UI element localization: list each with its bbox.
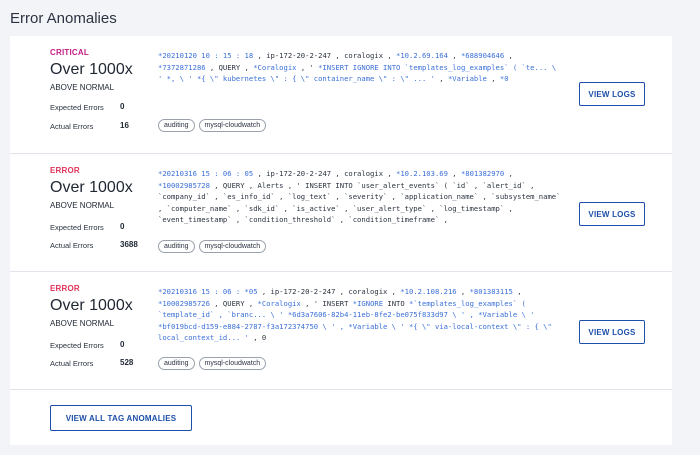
log-segment: *0 [499, 74, 509, 83]
log-segment: , [512, 287, 522, 296]
log-snippet: *20210316 15 : 06 : 05 , ip-172-20-2-247… [158, 168, 563, 226]
anomaly-headline: Over 1000x [50, 297, 133, 314]
log-segment: *20210120 10 : 15 : 18 [158, 51, 254, 60]
log-segment: , QUERY , [205, 62, 254, 72]
tag-chip[interactable]: auditing [158, 357, 195, 370]
log-segment: , [434, 74, 448, 83]
log-snippet: *20210120 10 : 15 : 18 , ip-172-20-2-247… [158, 50, 563, 85]
tag-chip[interactable]: mysql-cloudwatch [198, 357, 267, 370]
log-segment: , QUERY , [209, 298, 258, 308]
anomaly-row: ERROR Over 1000x ABOVE NORMAL Expected E… [10, 272, 672, 390]
actual-errors-value: 16 [120, 121, 129, 130]
tag-list: auditing mysql-cloudwatch [158, 119, 267, 132]
log-segment: , [504, 51, 513, 60]
actual-errors-value: 528 [120, 358, 134, 367]
tag-chip[interactable]: auditing [158, 119, 195, 132]
log-segment: , [447, 169, 461, 178]
log-segment: *10.2.103.69 [396, 169, 448, 178]
actual-errors-label: Actual Errors [50, 241, 94, 250]
actual-errors-label: Actual Errors [50, 122, 94, 131]
log-segment: , ' [296, 62, 319, 72]
log-segment: *Coralogix [257, 298, 301, 308]
anomaly-subtitle: ABOVE NORMAL [50, 83, 115, 92]
tag-list: auditing mysql-cloudwatch [158, 357, 267, 370]
log-segment: *10002985726 [158, 298, 210, 308]
log-segment: *801383115 [469, 287, 513, 296]
log-segment: , ip-172-20-2-247 , coralogix , [253, 51, 397, 60]
anomaly-headline: Over 1000x [50, 179, 133, 196]
anomaly-row: CRITICAL Over 1000x ABOVE NORMAL Expecte… [10, 36, 672, 154]
log-segment: *10.2.69.164 [396, 51, 448, 60]
log-segment: INTO [383, 298, 410, 308]
anomaly-row: ERROR Over 1000x ABOVE NORMAL Expected E… [10, 154, 672, 272]
tag-list: auditing mysql-cloudwatch [158, 240, 267, 253]
severity-label: CRITICAL [50, 48, 89, 57]
view-all-tag-anomalies-button[interactable]: VIEW ALL TAG ANOMALIES [50, 405, 192, 431]
log-segment: *Variable [447, 74, 487, 83]
log-segment: , ' INSERT [300, 298, 353, 308]
expected-errors-label: Expected Errors [50, 341, 104, 350]
log-segment: *688904646 [460, 51, 505, 60]
expected-errors-value: 0 [120, 340, 125, 349]
log-segment: , [486, 74, 500, 83]
tag-chip[interactable]: mysql-cloudwatch [198, 119, 267, 132]
expected-errors-label: Expected Errors [50, 223, 104, 232]
severity-label: ERROR [50, 284, 80, 293]
log-segment: *10.2.108.216 [400, 287, 457, 296]
view-logs-button[interactable]: VIEW LOGS [579, 82, 645, 106]
anomaly-headline: Over 1000x [50, 61, 133, 78]
expected-errors-value: 0 [120, 222, 125, 231]
log-segment: , ip-172-20-2-247 , coralogix , [257, 287, 401, 296]
anomaly-subtitle: ABOVE NORMAL [50, 319, 115, 328]
log-segment: , [504, 169, 513, 178]
anomaly-subtitle: ABOVE NORMAL [50, 201, 115, 210]
actual-errors-label: Actual Errors [50, 359, 94, 368]
log-segment: , 0 [248, 333, 267, 342]
log-segment: *10002985728 [158, 180, 210, 190]
log-segment: *801382970 [460, 169, 505, 178]
expected-errors-label: Expected Errors [50, 103, 104, 112]
log-snippet: *20210316 15 : 06 : *05 , ip-172-20-2-24… [158, 286, 563, 344]
log-segment: *20210316 15 : 06 : 05 [158, 169, 254, 178]
log-segment: , [456, 287, 470, 296]
log-segment: , QUERY , Alerts , ' INSERT INTO `user_a… [158, 180, 561, 225]
expected-errors-value: 0 [120, 102, 125, 111]
page-title: Error Anomalies [10, 10, 117, 27]
log-segment: , ip-172-20-2-247 , coralogix , [253, 169, 397, 178]
log-segment: *Coralogix [253, 62, 297, 72]
log-segment: *7372871286 [158, 62, 206, 72]
view-logs-button[interactable]: VIEW LOGS [579, 202, 645, 226]
anomalies-panel: CRITICAL Over 1000x ABOVE NORMAL Expecte… [10, 36, 672, 445]
log-segment: *IGNORE [352, 298, 384, 308]
tag-chip[interactable]: auditing [158, 240, 195, 253]
view-logs-button[interactable]: VIEW LOGS [579, 320, 645, 344]
log-segment: , [447, 51, 461, 60]
tag-chip[interactable]: mysql-cloudwatch [198, 240, 267, 253]
actual-errors-value: 3688 [120, 240, 138, 249]
severity-label: ERROR [50, 166, 80, 175]
log-segment: *20210316 15 : 06 : *05 [158, 287, 258, 296]
